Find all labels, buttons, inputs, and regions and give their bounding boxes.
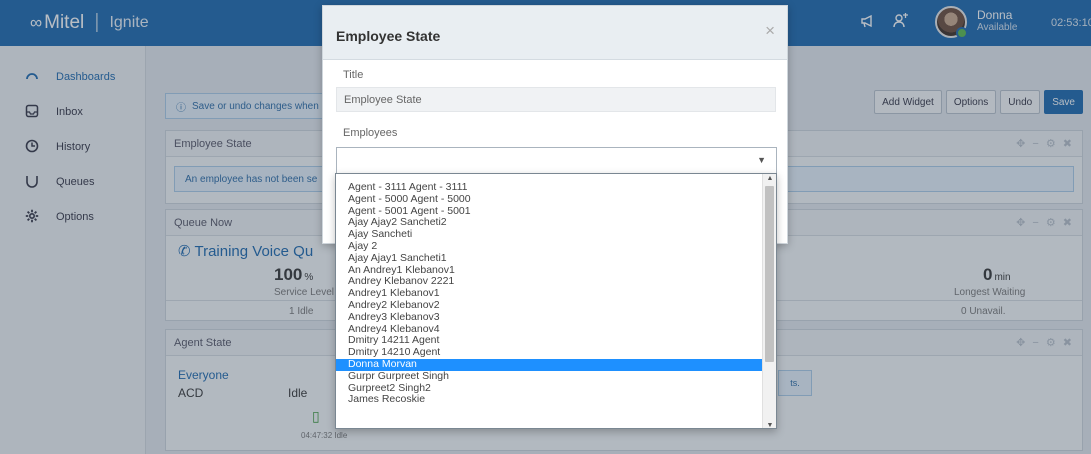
scroll-up-icon[interactable]: ▲ — [763, 175, 776, 182]
employees-select[interactable]: ▼ — [336, 147, 777, 175]
dropdown-scrollbar[interactable]: ▲ ▼ — [762, 174, 776, 428]
chevron-down-icon: ▼ — [757, 155, 766, 165]
dropdown-options: Agent - 3111 Agent - 3111 Agent - 5000 Ag… — [336, 181, 764, 406]
employees-field-label: Employees — [343, 127, 398, 139]
employees-dropdown-list[interactable]: Agent - 3111 Agent - 3111 Agent - 5000 Ag… — [335, 173, 777, 429]
dropdown-option[interactable]: James Recoskie — [336, 394, 764, 406]
close-icon[interactable]: × — [765, 21, 775, 41]
scrollbar-thumb[interactable] — [765, 186, 774, 362]
dropdown-option[interactable]: Agent - 5000 Agent - 5000 — [336, 193, 764, 206]
title-field-label: Title — [343, 69, 364, 81]
title-field-value: Employee State — [344, 93, 422, 106]
title-field[interactable]: Employee State — [336, 87, 776, 112]
dropdown-option[interactable]: Gurpr Gurpreet Singh — [336, 370, 764, 383]
dialog-title: Employee State — [336, 28, 441, 44]
dropdown-option[interactable]: Ajay Sancheti — [336, 228, 764, 241]
dropdown-option[interactable]: Donna Morvan — [336, 358, 764, 371]
dropdown-option[interactable]: Andrey3 Klebanov3 — [336, 311, 764, 324]
dropdown-option[interactable]: Andrey2 Klebanov2 — [336, 299, 764, 312]
dropdown-option[interactable]: Ajay 2 — [336, 240, 764, 253]
dialog-header: Employee State × — [323, 6, 787, 60]
dropdown-option[interactable]: Ajay Ajay1 Sancheti1 — [336, 252, 764, 265]
scroll-down-icon[interactable]: ▼ — [763, 422, 776, 428]
